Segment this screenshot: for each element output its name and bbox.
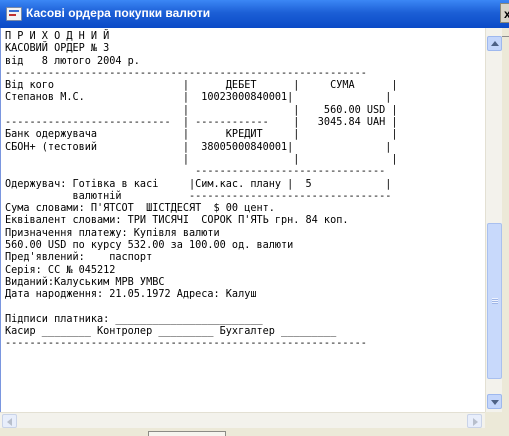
document-line: Виданий:Калуським МРВ УМВС [5,276,165,288]
vertical-scroll-thumb[interactable] [487,223,502,379]
document-line: СБОН+ (тестовий | 38005000840001| | [5,141,392,153]
document-line: | | 560.00 USD | [5,104,398,116]
document-line: Сума словами: П'ЯТСОТ ШІСТДЕСЯТ $ 00 цен… [5,203,275,215]
bottom-button[interactable] [148,431,226,436]
document-line: --------------------------- | ----------… [5,117,398,129]
scroll-left-button[interactable] [2,414,17,428]
window-right-edge [502,28,509,428]
document-line: Підписи платника: ______________________… [5,313,263,325]
arrow-up-icon [491,41,499,46]
document-line: Еквівалент словами: ТРИ ТИСЯЧІ СОРОК П'Я… [5,215,349,227]
document-line: валютній -------------------------------… [5,190,392,202]
document-line: Призначення платежу: Купівля валюти [5,227,220,239]
document-line: Від кого | ДЕБЕТ | СУМА | [5,80,398,92]
document-line: від 8 лютого 2004 р. [5,55,140,67]
document-line: Серія: СС № 045212 [5,264,116,276]
document-line: Банк одержувача | КРЕДИТ | | [5,129,398,141]
document-line: Степанов М.С. | 10023000840001| | [5,92,392,104]
arrow-right-icon [473,418,478,426]
scroll-up-button[interactable] [487,36,502,51]
document-line: ----------------------------------------… [5,67,367,79]
cash-order-document: П Р И Х О Д Н И Й КАСОВИЙ ОРДЕР № 3 від 8 … [5,31,398,351]
document-line: П Р И Х О Д Н И Й [5,31,110,42]
scroll-down-button[interactable] [487,394,502,409]
window-title: Касові ордера покупки валюти [26,6,211,20]
arrow-down-icon [491,400,499,405]
title-bar[interactable]: Касові ордера покупки валюти x [0,0,509,28]
document-line: Касир ________ Контролер _________ Бухга… [5,326,337,338]
cash-order-app-icon [6,7,22,21]
vertical-scrollbar[interactable] [485,28,503,412]
horizontal-scrollbar[interactable] [0,412,485,429]
document-viewer[interactable]: П Р И Х О Д Н И Й КАСОВИЙ ОРДЕР № 3 від 8 … [0,28,485,412]
document-line: ----------------------------------------… [5,338,367,350]
document-line: 560.00 USD по курсу 532.00 за 100.00 од.… [5,240,294,252]
document-line: Дата народження: 21.05.1972 Адреса: Калу… [5,289,257,301]
scrollbar-corner [485,412,502,428]
document-line: Одержувач: Готівка в касі |Сим.кас. план… [5,178,392,190]
cash-orders-window: Касові ордера покупки валюти x П Р И Х О… [0,0,509,436]
document-line: | | | [5,153,398,165]
close-button[interactable]: x [500,3,509,23]
document-line: Пред'явлений: паспорт [5,252,153,264]
status-strip [0,428,509,436]
scroll-right-button[interactable] [467,414,482,428]
arrow-left-icon [7,418,12,426]
document-line: КАСОВИЙ ОРДЕР № 3 [5,43,110,55]
document-line [5,302,398,314]
document-line: ------------------------------- [5,166,386,178]
